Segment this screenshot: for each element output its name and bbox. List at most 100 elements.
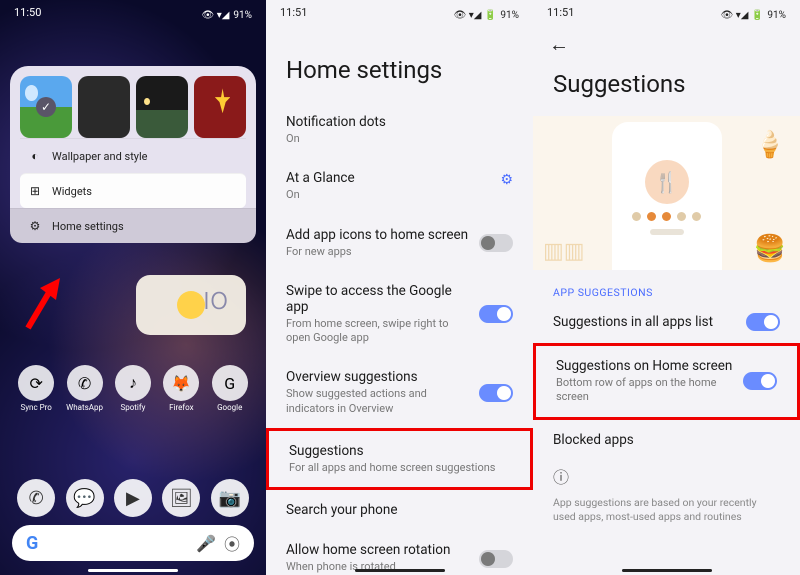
row-title: Add app icons to home screen bbox=[286, 227, 469, 243]
spotify-icon: ♪ bbox=[115, 365, 151, 401]
gear-icon[interactable]: ⚙ bbox=[500, 172, 513, 188]
row-suggestions[interactable]: Suggestions For all apps and home screen… bbox=[266, 428, 533, 490]
row-title: Blocked apps bbox=[553, 432, 780, 448]
toggle[interactable] bbox=[743, 372, 777, 390]
google-g-icon: G bbox=[26, 533, 38, 554]
app-spotify[interactable]: ♪ Spotify bbox=[111, 365, 155, 412]
battery-pct: 91% bbox=[500, 10, 519, 21]
row-add-app-icons[interactable]: Add app icons to home screen For new app… bbox=[266, 215, 533, 271]
menu-wallpaper-style[interactable]: ◐ Wallpaper and style bbox=[20, 138, 246, 173]
home-context-menu: ✓ ◐ Wallpaper and style ⊞ Widgets ⚙ Home… bbox=[10, 66, 256, 243]
row-subtitle: From home screen, swipe right to open Go… bbox=[286, 317, 469, 346]
app-label: Spotify bbox=[121, 403, 146, 412]
menu-label: Widgets bbox=[52, 185, 92, 198]
wallpaper-thumb-2[interactable] bbox=[78, 76, 130, 138]
wallpaper-thumb-4[interactable] bbox=[194, 76, 246, 138]
nav-handle[interactable] bbox=[622, 569, 712, 572]
annotation-arrow bbox=[20, 270, 70, 334]
toggle[interactable] bbox=[479, 305, 513, 323]
widgets-icon: ⊞ bbox=[28, 184, 42, 198]
battery-pct: 91% bbox=[233, 10, 252, 21]
status-time: 11:50 bbox=[14, 6, 41, 24]
status-icons: 👁 ▾◢ 🔋91% bbox=[721, 6, 786, 24]
status-time: 11:51 bbox=[547, 6, 574, 24]
clock-digits: ıo bbox=[203, 279, 228, 317]
gear-icon: ⚙ bbox=[28, 219, 42, 233]
panel-suggestions: 11:51 👁 ▾◢ 🔋91% ← Suggestions 🍴 🍦 🍔 ▥▥ A… bbox=[533, 0, 800, 575]
icecream-icon: 🍦 bbox=[754, 130, 786, 160]
wallpaper-thumb-3[interactable] bbox=[136, 76, 188, 138]
toggle[interactable] bbox=[479, 550, 513, 568]
row-title: At a Glance bbox=[286, 170, 513, 186]
app-label: WhatsApp bbox=[66, 403, 103, 412]
row-title: Suggestions bbox=[289, 443, 510, 459]
menu-widgets[interactable]: ⊞ Widgets bbox=[20, 173, 246, 208]
dock-play[interactable]: ▶ bbox=[114, 479, 152, 517]
app-label: Firefox bbox=[169, 403, 193, 412]
menu-home-settings[interactable]: ⚙ Home settings bbox=[10, 208, 256, 243]
row-suggestions-home-screen[interactable]: Suggestions on Home screen Bottom row of… bbox=[533, 343, 800, 420]
menu-label: Wallpaper and style bbox=[52, 150, 148, 163]
app-whatsapp[interactable]: ✆ WhatsApp bbox=[63, 365, 107, 412]
row-blocked-apps[interactable]: Blocked apps bbox=[533, 420, 800, 460]
app-row: ⟳Sync Pro ✆ WhatsApp ♪ Spotify 🦊 Firefox GG… bbox=[0, 365, 266, 412]
row-title: Swipe to access the Google app bbox=[286, 283, 469, 315]
palette-icon: ◐ bbox=[28, 149, 42, 163]
app-firefox[interactable]: 🦊 Firefox bbox=[159, 365, 203, 412]
firefox-icon: 🦊 bbox=[163, 365, 199, 401]
dock-phone[interactable]: ✆ bbox=[17, 479, 55, 517]
row-suggestions-all-apps[interactable]: Suggestions in all apps list bbox=[533, 301, 800, 343]
row-subtitle: Bottom row of apps on the home screen bbox=[556, 376, 733, 405]
mic-icon[interactable]: 🎤 bbox=[196, 534, 216, 553]
wallpaper-thumb-1[interactable]: ✓ bbox=[20, 76, 72, 138]
illustration: 🍴 🍦 🍔 ▥▥ bbox=[533, 116, 800, 270]
row-subtitle: On bbox=[286, 132, 513, 146]
row-swipe-google[interactable]: Swipe to access the Google app From home… bbox=[266, 271, 533, 358]
row-subtitle: On bbox=[286, 188, 513, 202]
row-title: Allow home screen rotation bbox=[286, 542, 469, 558]
row-title: Notification dots bbox=[286, 114, 513, 130]
app-label: Sync Pro bbox=[21, 403, 52, 412]
nav-handle[interactable] bbox=[355, 569, 445, 572]
row-search-phone[interactable]: Search your phone bbox=[266, 490, 533, 530]
status-icons: 👁 ▾◢ 🔋91% bbox=[454, 6, 519, 24]
row-subtitle: For new apps bbox=[286, 245, 469, 259]
clock-widget[interactable]: ıo bbox=[136, 275, 246, 335]
section-label: APP SUGGESTIONS bbox=[533, 278, 800, 301]
sun-icon bbox=[177, 291, 205, 319]
footer-text: App suggestions are based on your recent… bbox=[533, 488, 800, 533]
dock-messages[interactable]: 💬 bbox=[66, 479, 104, 517]
row-notification-dots[interactable]: Notification dots On bbox=[266, 102, 533, 158]
row-at-a-glance[interactable]: At a Glance On ⚙ bbox=[266, 158, 533, 214]
back-button[interactable]: ← bbox=[549, 32, 569, 57]
whatsapp-icon: ✆ bbox=[67, 365, 103, 401]
panel-home-longpress: 11:50 👁 ▾◢ 91% ✓ ◐ Wallpaper and style ⊞… bbox=[0, 0, 266, 575]
row-title: Search your phone bbox=[286, 502, 513, 518]
search-bar[interactable]: G 🎤 ⦿ bbox=[12, 525, 254, 561]
row-title: Suggestions on Home screen bbox=[556, 358, 733, 374]
illus-dots bbox=[632, 212, 701, 221]
dock-camera[interactable]: 📷 bbox=[211, 479, 249, 517]
burger-icon: 🍔 bbox=[754, 234, 786, 264]
row-overview-suggestions[interactable]: Overview suggestions Show suggested acti… bbox=[266, 357, 533, 428]
dock-photos[interactable]: 🖼 bbox=[162, 479, 200, 517]
row-title: Suggestions in all apps list bbox=[553, 314, 736, 330]
illus-phone: 🍴 bbox=[612, 122, 722, 270]
info-icon: ⓘ bbox=[533, 460, 800, 488]
google-icon: G bbox=[212, 365, 248, 401]
toggle[interactable] bbox=[479, 384, 513, 402]
battery-pct: 91% bbox=[767, 10, 786, 21]
toggle[interactable] bbox=[479, 234, 513, 252]
app-sync-pro[interactable]: ⟳Sync Pro bbox=[14, 365, 58, 412]
lens-icon[interactable]: ⦿ bbox=[224, 531, 240, 555]
panel-home-settings: 11:51 👁 ▾◢ 🔋91% Home settings Notificati… bbox=[266, 0, 533, 575]
toggle[interactable] bbox=[746, 313, 780, 331]
app-google[interactable]: GGoogle bbox=[208, 365, 252, 412]
row-subtitle: For all apps and home screen suggestions bbox=[289, 461, 510, 475]
status-bar: 11:51 👁 ▾◢ 🔋91% bbox=[533, 6, 800, 24]
status-bar: 11:51 👁 ▾◢ 🔋91% bbox=[266, 6, 533, 24]
wallpaper-thumbs: ✓ bbox=[20, 76, 246, 138]
illus-pill bbox=[650, 229, 684, 235]
nav-handle[interactable] bbox=[88, 569, 178, 572]
row-subtitle: Show suggested actions and indicators in… bbox=[286, 387, 469, 416]
